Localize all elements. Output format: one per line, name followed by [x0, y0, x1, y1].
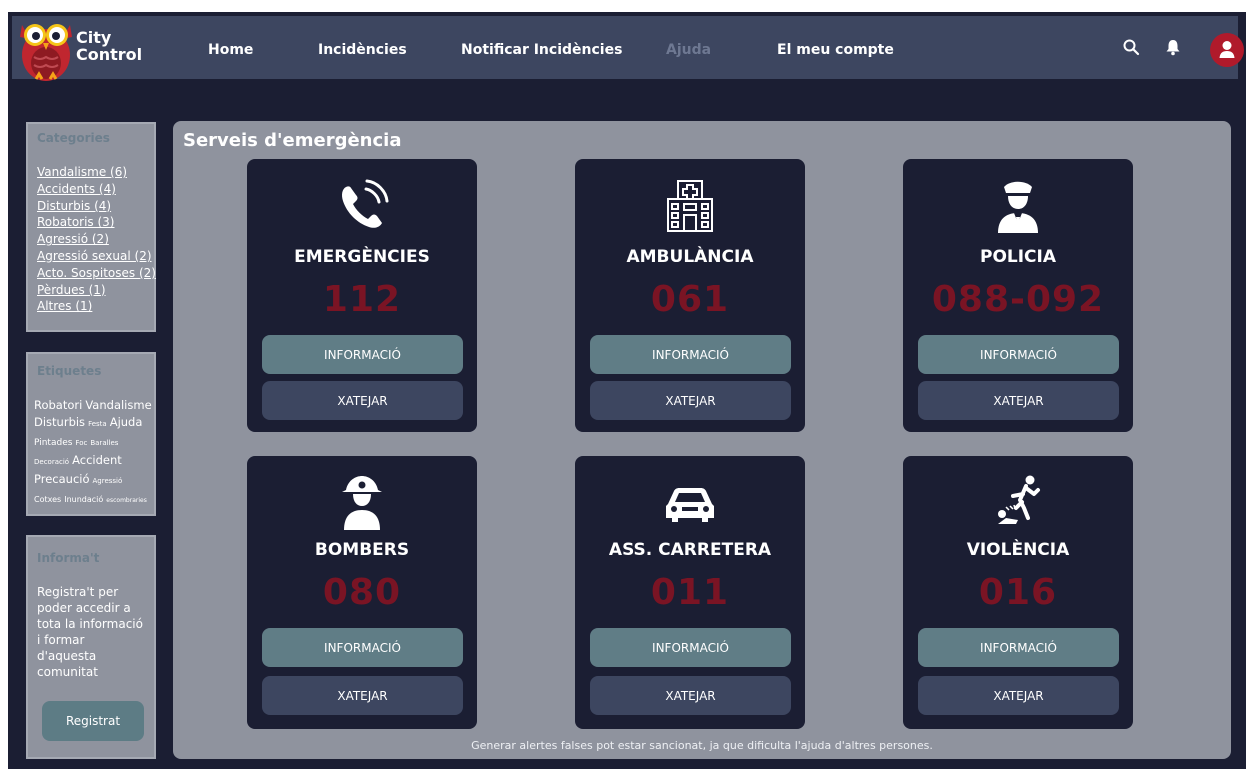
- service-card-police: POLICIA 088-092 INFORMACIÓ XATEJAR: [903, 159, 1133, 432]
- categories-panel: Categories Vandalisme (6) Accidents (4) …: [26, 122, 156, 332]
- police-officer-icon: [998, 181, 1038, 233]
- tag[interactable]: Foc: [75, 439, 87, 447]
- info-button[interactable]: INFORMACIÓ: [918, 335, 1119, 374]
- tag[interactable]: Robatori: [34, 398, 82, 412]
- service-card-violence: VIOLÈNCIA 016 INFORMACIÓ XATEJAR: [903, 456, 1133, 729]
- service-name: VIOLÈNCIA: [966, 540, 1070, 560]
- category-link[interactable]: Altres (1): [37, 298, 156, 315]
- info-button[interactable]: INFORMACIÓ: [590, 335, 791, 374]
- false-alert-warning: Generar alertes falses pot estar sancion…: [471, 739, 933, 752]
- service-card-firefighters: BOMBERS 080 INFORMACIÓ XATEJAR: [247, 456, 477, 729]
- category-link[interactable]: Agressió sexual (2): [37, 248, 156, 265]
- tag[interactable]: Ajuda: [110, 415, 143, 429]
- category-link[interactable]: Acto. Sospitoses (2): [37, 265, 156, 282]
- service-name: ASS. CARRETERA: [608, 540, 772, 560]
- service-number: 080: [322, 572, 402, 613]
- tag-cloud: Robatori Vandalisme Disturbis Festa Ajuda P…: [34, 396, 156, 508]
- tag[interactable]: Cotxes: [34, 495, 61, 504]
- service-number: 016: [978, 572, 1058, 613]
- tags-panel: Etiquetes Robatori Vandalisme Disturbis Fe…: [26, 352, 156, 516]
- tag[interactable]: escombraries: [106, 497, 147, 504]
- register-text: Registra't per poder accedir a tota la i…: [37, 585, 143, 679]
- category-link[interactable]: Agressió (2): [37, 231, 156, 248]
- categories-title: Categories: [37, 131, 110, 145]
- info-button[interactable]: INFORMACIÓ: [918, 628, 1119, 667]
- service-card-emergencies: EMERGÈNCIES 112 INFORMACIÓ XATEJAR: [247, 159, 477, 432]
- register-button[interactable]: Registrat: [42, 701, 144, 741]
- chat-button[interactable]: XATEJAR: [590, 676, 791, 715]
- category-link[interactable]: Pèrdues (1): [37, 282, 156, 299]
- top-navbar: City Control Home Incidències Notificar …: [12, 16, 1244, 81]
- chat-button[interactable]: XATEJAR: [918, 381, 1119, 420]
- info-button[interactable]: INFORMACIÓ: [262, 628, 463, 667]
- violence-icon: [998, 475, 1040, 524]
- nav-incidencies[interactable]: Incidències: [318, 42, 407, 58]
- tag[interactable]: Disturbis: [34, 415, 85, 429]
- service-card-ambulance: AMBULÀNCIA 061 INFORMACIÓ XATEJAR: [575, 159, 805, 432]
- search-icon[interactable]: [1122, 38, 1140, 56]
- nav-el-meu-compte[interactable]: El meu compte: [777, 42, 894, 58]
- tag[interactable]: Agressió: [93, 477, 123, 485]
- tag[interactable]: Inundació: [64, 495, 103, 504]
- tag[interactable]: Accident: [72, 453, 122, 467]
- category-link[interactable]: Vandalisme (6): [37, 164, 156, 181]
- firefighter-icon: [342, 476, 382, 530]
- car-icon: [666, 488, 714, 522]
- category-link[interactable]: Accidents (4): [37, 181, 156, 198]
- emergency-services-panel: Serveis d'emergència EMERGÈNCIES 112 INF…: [173, 121, 1231, 759]
- user-avatar[interactable]: [1210, 33, 1244, 67]
- service-number: 112: [322, 279, 402, 320]
- tag[interactable]: Pintades: [34, 438, 72, 448]
- service-name: BOMBERS: [314, 540, 410, 560]
- service-name: AMBULÀNCIA: [626, 247, 754, 267]
- info-button[interactable]: INFORMACIÓ: [262, 335, 463, 374]
- service-card-road-assistance: ASS. CARRETERA 011 INFORMACIÓ XATEJAR: [575, 456, 805, 729]
- owl-logo[interactable]: [16, 13, 76, 83]
- nav-home[interactable]: Home: [208, 42, 253, 58]
- service-number: 061: [650, 279, 730, 320]
- service-number: 011: [650, 572, 730, 613]
- category-link[interactable]: Disturbis (4): [37, 198, 156, 215]
- hospital-icon: [667, 180, 713, 232]
- nav-ajuda[interactable]: Ajuda: [666, 42, 711, 58]
- brand-line-1: City: [76, 28, 112, 47]
- bell-icon[interactable]: [1164, 38, 1182, 56]
- service-number: 088-092: [931, 279, 1105, 320]
- service-name: EMERGÈNCIES: [294, 247, 430, 267]
- register-title: Informa't: [37, 551, 100, 565]
- page-title: Serveis d'emergència: [183, 130, 402, 151]
- nav-notificar-incidencies[interactable]: Notificar Incidències: [461, 42, 622, 58]
- info-button[interactable]: INFORMACIÓ: [590, 628, 791, 667]
- category-link[interactable]: Robatoris (3): [37, 214, 156, 231]
- tag[interactable]: Festa: [88, 420, 107, 428]
- service-name: POLICIA: [979, 247, 1057, 267]
- tags-title: Etiquetes: [37, 364, 102, 378]
- tag[interactable]: Precaució: [34, 472, 90, 486]
- chat-button[interactable]: XATEJAR: [918, 676, 1119, 715]
- brand-line-2: Control: [76, 45, 143, 64]
- user-icon: [1219, 41, 1235, 58]
- tag[interactable]: Baralles: [90, 439, 118, 447]
- tag[interactable]: Vandalisme: [85, 398, 151, 412]
- categories-list: Vandalisme (6) Accidents (4) Disturbis (…: [37, 164, 156, 315]
- brand-name[interactable]: City Control: [76, 29, 142, 63]
- chat-button[interactable]: XATEJAR: [262, 676, 463, 715]
- register-panel: Informa't Registra't per poder accedir a…: [26, 535, 156, 759]
- phone-icon: [342, 179, 389, 228]
- tag[interactable]: Decoració: [34, 458, 69, 466]
- chat-button[interactable]: XATEJAR: [590, 381, 791, 420]
- chat-button[interactable]: XATEJAR: [262, 381, 463, 420]
